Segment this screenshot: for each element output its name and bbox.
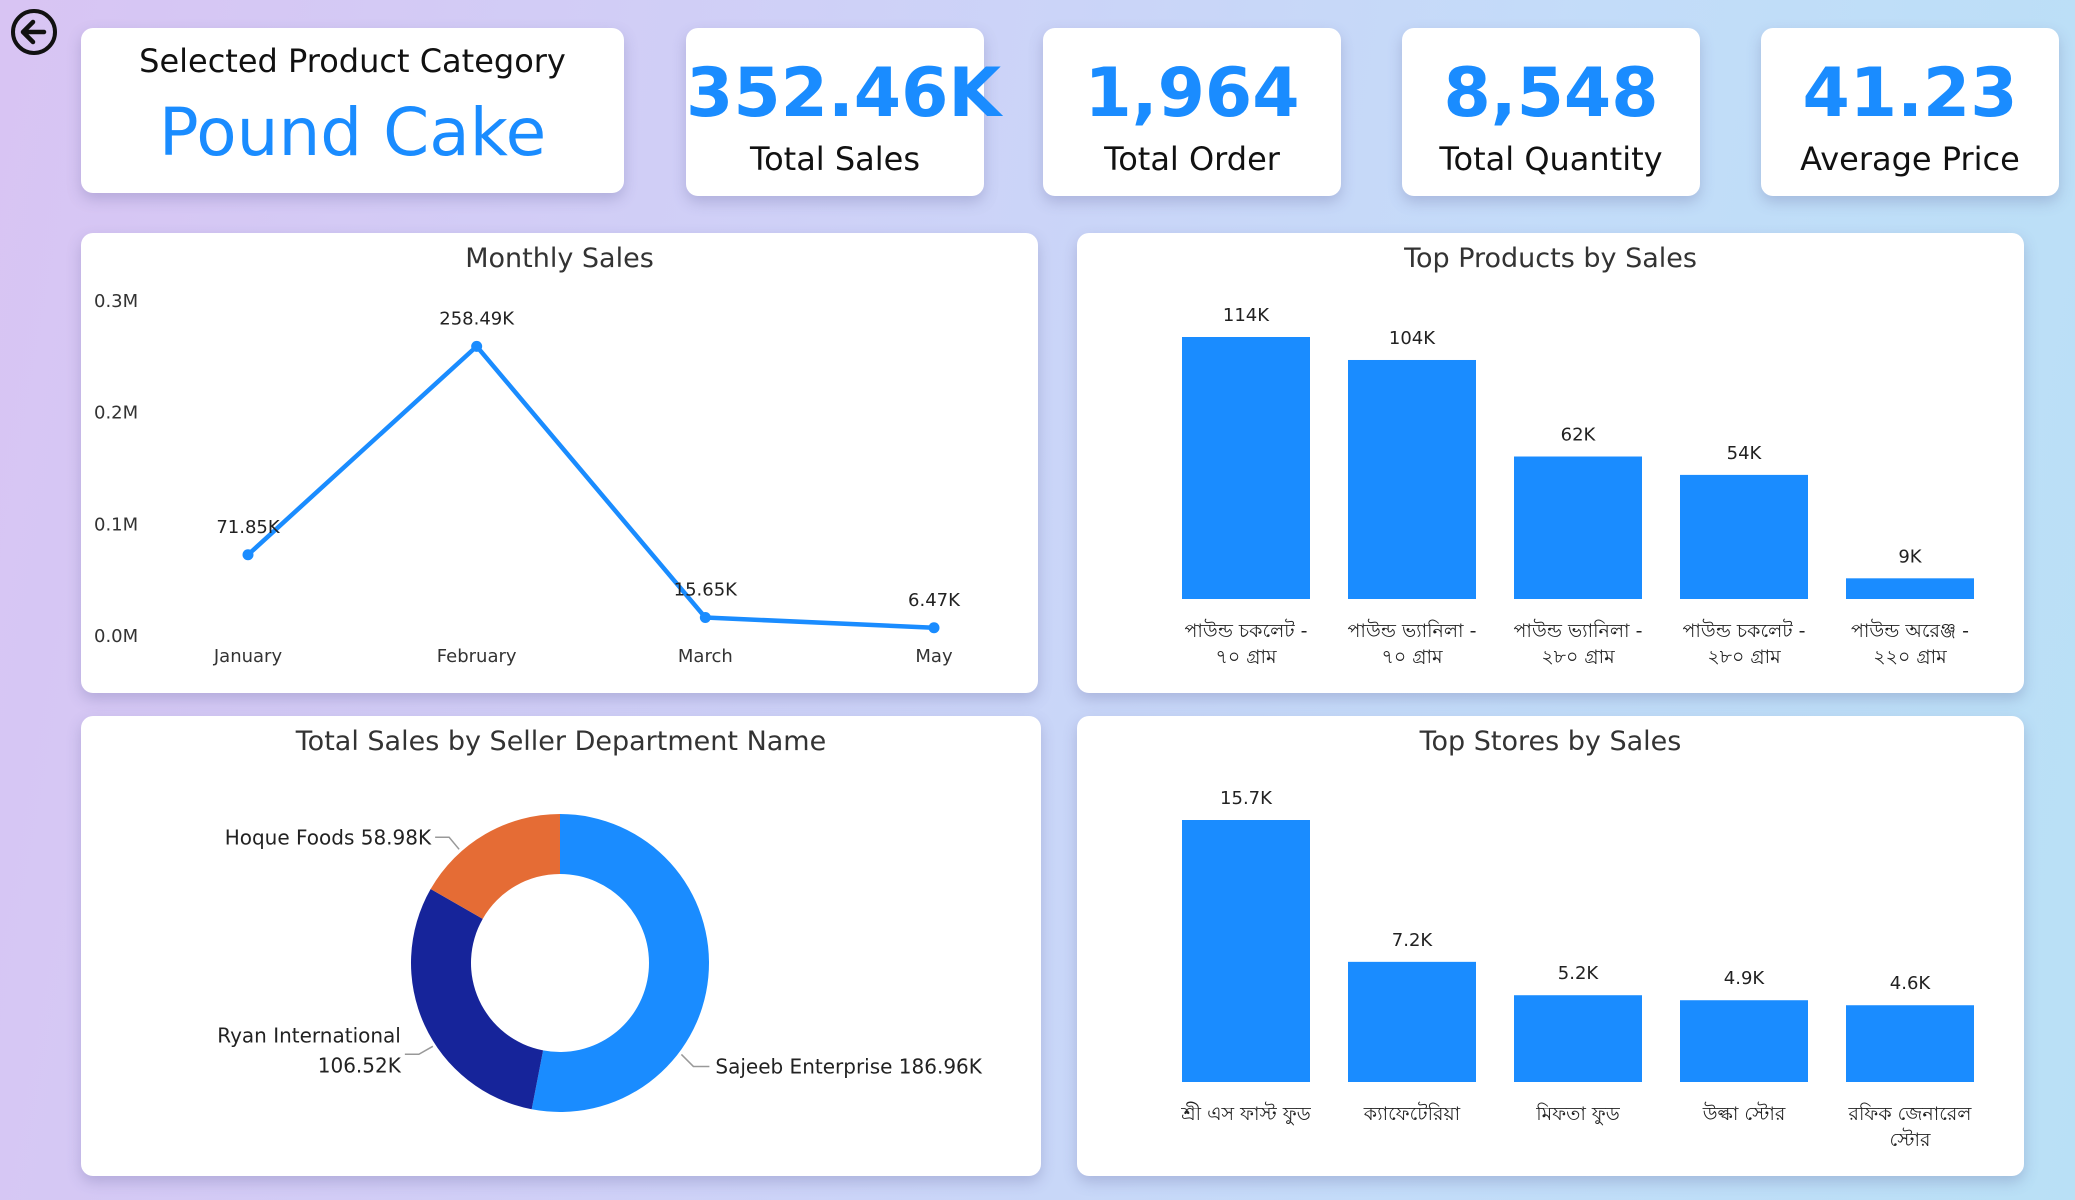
data-label: 114K xyxy=(1223,305,1270,326)
data-point[interactable] xyxy=(242,549,254,561)
data-point[interactable] xyxy=(699,612,711,624)
kpi-label: Total Sales xyxy=(749,140,921,178)
bar[interactable] xyxy=(1680,1000,1808,1082)
x-tick-label: May xyxy=(915,646,953,667)
top-stores-chart: 15.7K শ্রী এস ফাস্ট ফুড 7.2K ক্যাফেটেরিয়া 5… xyxy=(1180,788,1974,1151)
y-tick-label: 0.1M xyxy=(94,514,138,535)
top-products-card: Top Products by Sales 114K পাউন্ড চকলেট -… xyxy=(1077,233,2024,693)
kpi-value: 352.46K xyxy=(686,54,1002,133)
bar[interactable] xyxy=(1182,820,1310,1082)
data-label: 71.85K xyxy=(216,517,281,538)
leader-line xyxy=(680,1053,710,1068)
kpi-value: 8,548 xyxy=(1443,54,1659,133)
category-value: Pound Cake xyxy=(158,94,547,171)
seller-department-donut-chart: Sajeeb Enterprise 186.96K Ryan Internatio… xyxy=(217,814,983,1112)
slice-label: 106.52K xyxy=(318,1053,402,1077)
data-label: 5.2K xyxy=(1558,963,1600,984)
data-label: 62K xyxy=(1561,425,1597,446)
x-tick-label: February xyxy=(437,646,517,667)
bar[interactable] xyxy=(1846,1005,1974,1082)
arrow-left-circle-icon xyxy=(11,9,57,55)
x-tick-label: ২৮০ গ্রাম xyxy=(1707,646,1781,668)
x-tick-label: রফিক জেনারেল xyxy=(1848,1103,1973,1125)
y-tick-label: 0.3M xyxy=(94,291,138,312)
data-label: 4.6K xyxy=(1890,973,1932,994)
bar[interactable] xyxy=(1846,578,1974,599)
bar[interactable] xyxy=(1514,456,1642,599)
data-label: 7.2K xyxy=(1392,930,1434,951)
data-label: 104K xyxy=(1389,328,1436,349)
y-tick-label: 0.2M xyxy=(94,403,138,424)
kpi-average-price-card: 41.23 Average Price xyxy=(1761,28,2059,196)
bar[interactable] xyxy=(1348,359,1476,599)
data-label: 258.49K xyxy=(439,308,515,329)
kpi-total-quantity-card: 8,548 Total Quantity xyxy=(1402,28,1700,196)
x-tick-label: শ্রী এস ফাস্ট ফুড xyxy=(1180,1102,1311,1125)
data-label: 4.9K xyxy=(1724,968,1766,989)
bar[interactable] xyxy=(1182,337,1310,599)
kpi-label: Average Price xyxy=(1800,140,2020,178)
data-label: 54K xyxy=(1727,443,1763,464)
monthly-sales-chart: 0.0M 0.1M 0.2M 0.3M January February March May 7… xyxy=(94,291,961,667)
category-title: Selected Product Category xyxy=(139,42,566,80)
data-label: 15.7K xyxy=(1220,788,1273,809)
top-stores-card: Top Stores by Sales 15.7K শ্রী এস ফাস্ট ফ… xyxy=(1077,716,2024,1176)
x-tick-label: ৭০ গ্রাম xyxy=(1381,646,1442,668)
series-line xyxy=(246,344,935,631)
leader-line xyxy=(435,836,460,850)
x-tick-label: মিফতা ফুড xyxy=(1535,1103,1621,1125)
monthly-sales-card: Monthly Sales 0.0M 0.1M 0.2M 0.3M January Feb… xyxy=(81,233,1038,693)
data-label: 15.65K xyxy=(674,580,739,601)
x-tick-label: স্টোর xyxy=(1890,1128,1931,1151)
x-tick-label: পাউন্ড অরেঞ্জ - xyxy=(1851,619,1969,642)
x-tick-label: উল্কা স্টোর xyxy=(1702,1102,1786,1125)
x-tick-label: পাউন্ড ভ্যানিলা - xyxy=(1348,619,1477,642)
donut-slice[interactable] xyxy=(411,889,544,1110)
x-tick-label: পাউন্ড চকলেট - xyxy=(1682,619,1805,642)
data-label: 6.47K xyxy=(908,590,961,611)
x-tick-label: ৭০ গ্রাম xyxy=(1215,646,1276,668)
kpi-value: 1,964 xyxy=(1084,54,1300,133)
x-tick-label: ২৮০ গ্রাম xyxy=(1541,646,1615,668)
kpi-label: Total Quantity xyxy=(1439,140,1663,178)
x-tick-label: January xyxy=(213,646,283,667)
y-tick-label: 0.0M xyxy=(94,626,138,647)
data-label: 9K xyxy=(1898,546,1922,567)
slice-label: Hoque Foods 58.98K xyxy=(225,825,432,849)
x-tick-label: ক্যাফেটেরিয়া xyxy=(1363,1102,1461,1125)
back-button[interactable] xyxy=(8,6,60,58)
bar[interactable] xyxy=(1680,474,1808,599)
bar[interactable] xyxy=(1348,961,1476,1082)
seller-department-card: Total Sales by Seller Department Name Sa… xyxy=(81,716,1041,1176)
data-point[interactable] xyxy=(471,340,483,352)
kpi-total-sales-card: 352.46K Total Sales xyxy=(686,28,1002,196)
x-tick-label: পাউন্ড চকলেট - xyxy=(1184,619,1307,642)
slice-label: Sajeeb Enterprise 186.96K xyxy=(715,1054,982,1078)
kpi-label: Total Order xyxy=(1104,140,1280,178)
bar[interactable] xyxy=(1514,995,1642,1082)
kpi-total-order-card: 1,964 Total Order xyxy=(1043,28,1341,196)
slice-label: Ryan International xyxy=(217,1023,401,1047)
selected-category-card: Selected Product Category Pound Cake xyxy=(81,28,624,193)
top-products-chart: 114K পাউন্ড চকলেট - ৭০ গ্রাম 104K পাউন্ড ভ্য… xyxy=(1182,305,1974,668)
kpi-value: 41.23 xyxy=(1802,54,2018,133)
x-tick-label: পাউন্ড ভ্যানিলা - xyxy=(1514,619,1643,642)
x-tick-label: ২২০ গ্রাম xyxy=(1873,646,1947,668)
x-tick-label: March xyxy=(678,646,733,667)
data-point[interactable] xyxy=(928,622,940,634)
leader-line xyxy=(404,1045,434,1056)
